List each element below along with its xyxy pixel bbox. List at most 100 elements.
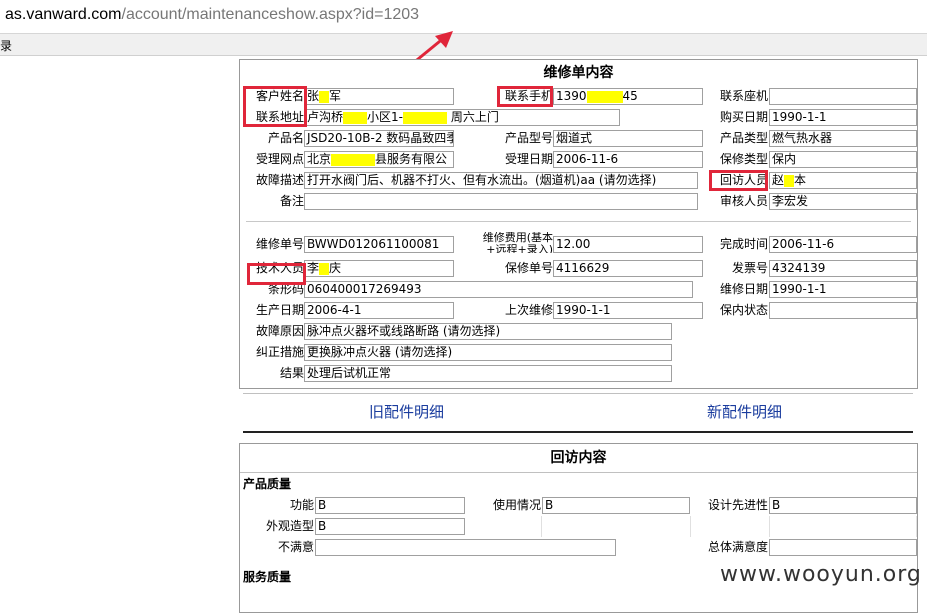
row-customer: 客户姓名 张军 联系手机 1390 45 联系座机 [240, 86, 917, 107]
correction-field[interactable]: 更换脉冲点火器 (请勿选择) [304, 344, 672, 361]
order-no-field[interactable]: BWWD012061100081 [304, 236, 454, 253]
dissatisfied-field[interactable] [315, 539, 616, 556]
product-type-field[interactable]: 燃气热水器 [769, 130, 917, 147]
function-label: 功能 [289, 498, 314, 512]
warranty-type-field[interactable]: 保内 [769, 151, 917, 168]
dissatisfied-label: 不满意 [277, 540, 314, 554]
divider [243, 431, 913, 433]
row-fault-cause: 故障原因 脉冲点火器坏或线路断路 (请勿选择) [240, 321, 917, 342]
parts-links: 旧配件明细 新配件明细 [239, 389, 918, 435]
fee-field[interactable]: 12.00 [553, 236, 703, 253]
accept-date-field[interactable]: 2006-11-6 [553, 151, 703, 168]
annotation-box [243, 86, 307, 127]
row-correction: 纠正措施 更换脉冲点火器 (请勿选择) [240, 342, 917, 363]
address-field[interactable]: 卢沟桥 小区1- 周六上门 [304, 109, 620, 126]
maintenance-order-panel: 维修单内容 客户姓名 张军 联系手机 1390 45 联系座机 联系地址 卢沟桥小… [239, 59, 918, 389]
fault-cause-label: 故障原因 [255, 324, 304, 338]
repair-date-label: 维修日期 [719, 282, 768, 296]
fault-desc-field[interactable]: 打开水阀门后、机器不打火、但有水流出。(烟道机)aa (请勿选择) [304, 172, 698, 189]
contact-phone-field[interactable]: 1390 45 [553, 88, 703, 105]
invoice-field[interactable]: 4324139 [769, 260, 917, 277]
prod-date-field[interactable]: 2006-4-1 [304, 302, 454, 319]
product-name-field[interactable]: JSD20-10B-2 数码晶致四季 [304, 130, 454, 147]
repair-date-field[interactable]: 1990-1-1 [769, 281, 917, 298]
finish-time-label: 完成时间 [719, 237, 768, 251]
annotation-box [497, 86, 553, 107]
usage-field[interactable]: B [542, 497, 690, 514]
product-name-label: 产品名 [267, 131, 304, 145]
overall-field[interactable] [769, 539, 917, 556]
overall-label: 总体满意度 [707, 540, 768, 554]
design-field[interactable]: B [769, 497, 917, 514]
empty-cell [769, 516, 917, 537]
callback-person-field[interactable]: 赵本 [769, 172, 917, 189]
last-repair-field[interactable]: 1990-1-1 [553, 302, 703, 319]
browser-address-bar[interactable]: as.vanward.com/account/maintenanceshow.a… [0, 0, 927, 34]
toolbar-label[interactable]: 录 [0, 37, 12, 54]
correction-label: 纠正措施 [255, 345, 304, 359]
technician-field[interactable]: 李庆 [304, 260, 454, 277]
fee-label: 维修费用(基本 +远程+录入) [482, 232, 553, 253]
purchase-date-field[interactable]: 1990-1-1 [769, 109, 917, 126]
product-type-label: 产品类型 [719, 131, 768, 145]
order-no-label: 维修单号 [255, 237, 304, 251]
panel-title: 维修单内容 [543, 65, 614, 81]
url-path: /account/maintenanceshow.aspx?id=1203 [121, 6, 420, 23]
invoice-label: 发票号 [731, 261, 768, 275]
browser-toolbar: 录 [0, 34, 927, 56]
annotation-box [709, 170, 768, 191]
barcode-field[interactable]: 060400017269493 [304, 281, 693, 298]
warranty-no-field[interactable]: 4116629 [553, 260, 703, 277]
row-remark: 备注 审核人员 李宏发 [240, 191, 917, 212]
prod-date-label: 生产日期 [255, 303, 304, 317]
warranty-type-label: 保修类型 [719, 152, 768, 166]
row-product: 产品名 JSD20-10B-2 数码晶致四季 产品型号 烟道式 产品类型 燃气热… [240, 128, 917, 149]
result-label: 结果 [279, 366, 304, 380]
remark-field[interactable] [304, 193, 698, 210]
in-warranty-field[interactable] [769, 302, 917, 319]
row-outlet: 受理网点 北京 县服务有限公 受理日期 2006-11-6 保修类型 保内 [240, 149, 917, 170]
watermark: www.wooyun.org [720, 562, 922, 587]
appearance-field[interactable]: B [315, 518, 465, 535]
row-barcode: 条形码 060400017269493 维修日期 1990-1-1 [240, 279, 917, 300]
callback-panel: 回访内容 产品质量 功能 B 使用情况 B 设计先进性 B 外观造型 B 不满意… [239, 443, 918, 613]
row-prod-date: 生产日期 2006-4-1 上次维修 1990-1-1 保内状态 [240, 300, 917, 321]
finish-time-field[interactable]: 2006-11-6 [769, 236, 917, 253]
in-warranty-label: 保内状态 [719, 303, 768, 317]
outlet-field[interactable]: 北京 县服务有限公 [304, 151, 454, 168]
auditor-field[interactable]: 李宏发 [769, 193, 917, 210]
empty-cell [541, 516, 691, 537]
auditor-label: 审核人员 [719, 194, 768, 208]
panel-title: 回访内容 [550, 450, 607, 466]
divider [243, 393, 913, 394]
outlet-label: 受理网点 [255, 152, 304, 166]
row-dissatisfied: 不满意 总体满意度 [240, 537, 917, 558]
customer-name-field[interactable]: 张军 [304, 88, 454, 105]
row-result: 结果 处理后试机正常 [240, 363, 917, 384]
accept-date-label: 受理日期 [504, 152, 553, 166]
design-label: 设计先进性 [707, 498, 768, 512]
url-domain: as.vanward.com [5, 6, 122, 23]
usage-label: 使用情况 [492, 498, 541, 512]
maintenance-form: 维修单内容 客户姓名 张军 联系手机 1390 45 联系座机 联系地址 卢沟桥小… [239, 59, 918, 613]
row-function: 功能 B 使用情况 B 设计先进性 B [240, 495, 917, 516]
url-text[interactable]: as.vanward.com/account/maintenanceshow.a… [5, 6, 419, 24]
product-model-label: 产品型号 [504, 131, 553, 145]
row-address: 联系地址 卢沟桥 小区1- 周六上门 购买日期 1990-1-1 [240, 107, 917, 128]
purchase-date-label: 购买日期 [719, 110, 768, 124]
fault-cause-field[interactable]: 脉冲点火器坏或线路断路 (请勿选择) [304, 323, 672, 340]
annotation-box [247, 263, 306, 285]
row-order-no: 维修单号 BWWD012061100081 维修费用(基本 +远程+录入) 12.… [240, 232, 917, 258]
function-field[interactable]: B [315, 497, 465, 514]
row-appearance: 外观造型 B [240, 516, 917, 537]
fault-desc-label: 故障描述 [255, 173, 304, 187]
old-parts-link[interactable]: 旧配件明细 [369, 401, 444, 422]
last-repair-label: 上次维修 [504, 303, 553, 317]
result-field[interactable]: 处理后试机正常 [304, 365, 672, 382]
landline-label: 联系座机 [719, 89, 768, 103]
row-technician: 技术人员 李庆 保修单号 4116629 发票号 4324139 [240, 258, 917, 279]
landline-field[interactable] [769, 88, 917, 105]
remark-label: 备注 [279, 194, 304, 208]
product-model-field[interactable]: 烟道式 [553, 130, 703, 147]
new-parts-link[interactable]: 新配件明细 [707, 401, 782, 422]
